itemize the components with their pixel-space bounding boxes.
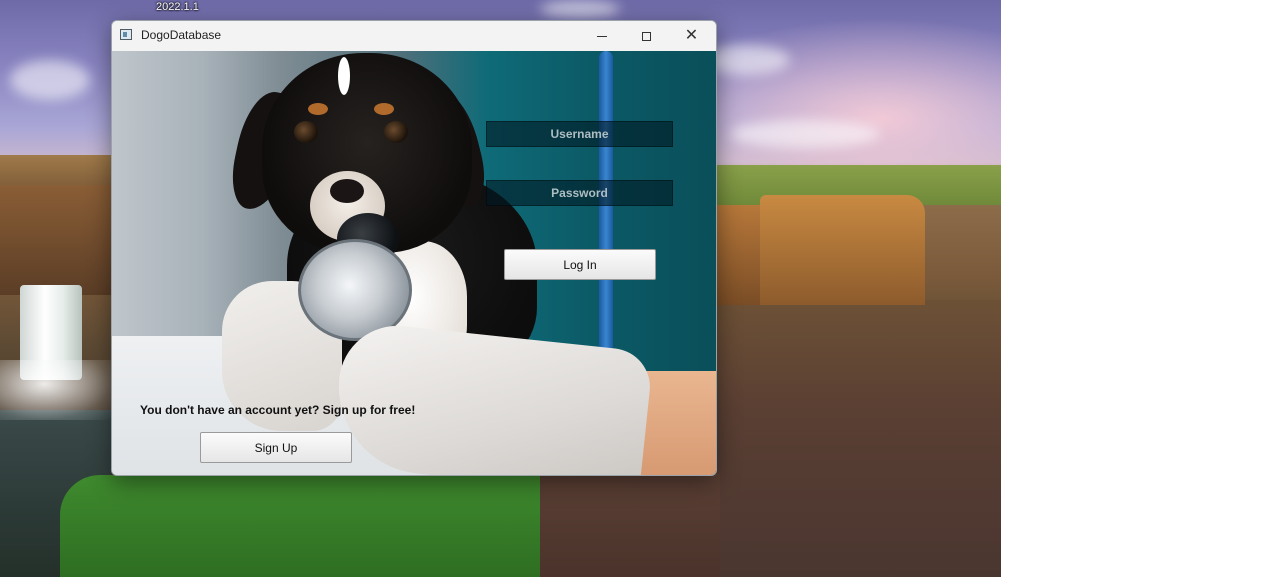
puppy-brow-left bbox=[308, 103, 328, 115]
username-field[interactable] bbox=[486, 121, 673, 147]
cliff-right bbox=[760, 195, 925, 305]
window-title: DogoDatabase bbox=[141, 28, 222, 42]
cliff-left bbox=[0, 185, 111, 295]
puppy-nose bbox=[330, 179, 364, 203]
cliff-right-small bbox=[715, 205, 760, 305]
window-app-icon bbox=[120, 29, 132, 40]
signup-button[interactable]: Sign Up bbox=[200, 432, 352, 463]
grass-foreground bbox=[60, 475, 540, 577]
maximize-icon bbox=[642, 31, 651, 41]
desktop-clock-text: 2022.1.1 bbox=[156, 1, 199, 13]
maximize-button[interactable] bbox=[624, 21, 669, 51]
login-background-image: Log In You don't have an account yet? Si… bbox=[112, 51, 716, 475]
puppy-eye-right bbox=[384, 121, 408, 143]
puppy-blaze bbox=[338, 57, 350, 95]
puppy-brow-right bbox=[374, 103, 394, 115]
minimize-icon bbox=[596, 35, 607, 37]
login-button[interactable]: Log In bbox=[504, 249, 656, 280]
title-bar[interactable]: DogoDatabase ✕ bbox=[112, 21, 716, 51]
waterfall-mist bbox=[0, 360, 111, 420]
signup-prompt: You don't have an account yet? Sign up f… bbox=[140, 403, 416, 417]
stethoscope-tube bbox=[599, 51, 613, 391]
close-button[interactable]: ✕ bbox=[669, 21, 714, 51]
cloud bbox=[10, 60, 90, 100]
cloud bbox=[540, 0, 620, 18]
minimize-button[interactable] bbox=[579, 21, 624, 51]
cloud bbox=[730, 120, 880, 148]
puppy-eye-left bbox=[294, 121, 318, 143]
close-icon: ✕ bbox=[684, 27, 699, 44]
app-window: DogoDatabase ✕ Log In You do bbox=[111, 20, 717, 476]
password-field[interactable] bbox=[486, 180, 673, 206]
slope-right bbox=[715, 300, 1001, 577]
